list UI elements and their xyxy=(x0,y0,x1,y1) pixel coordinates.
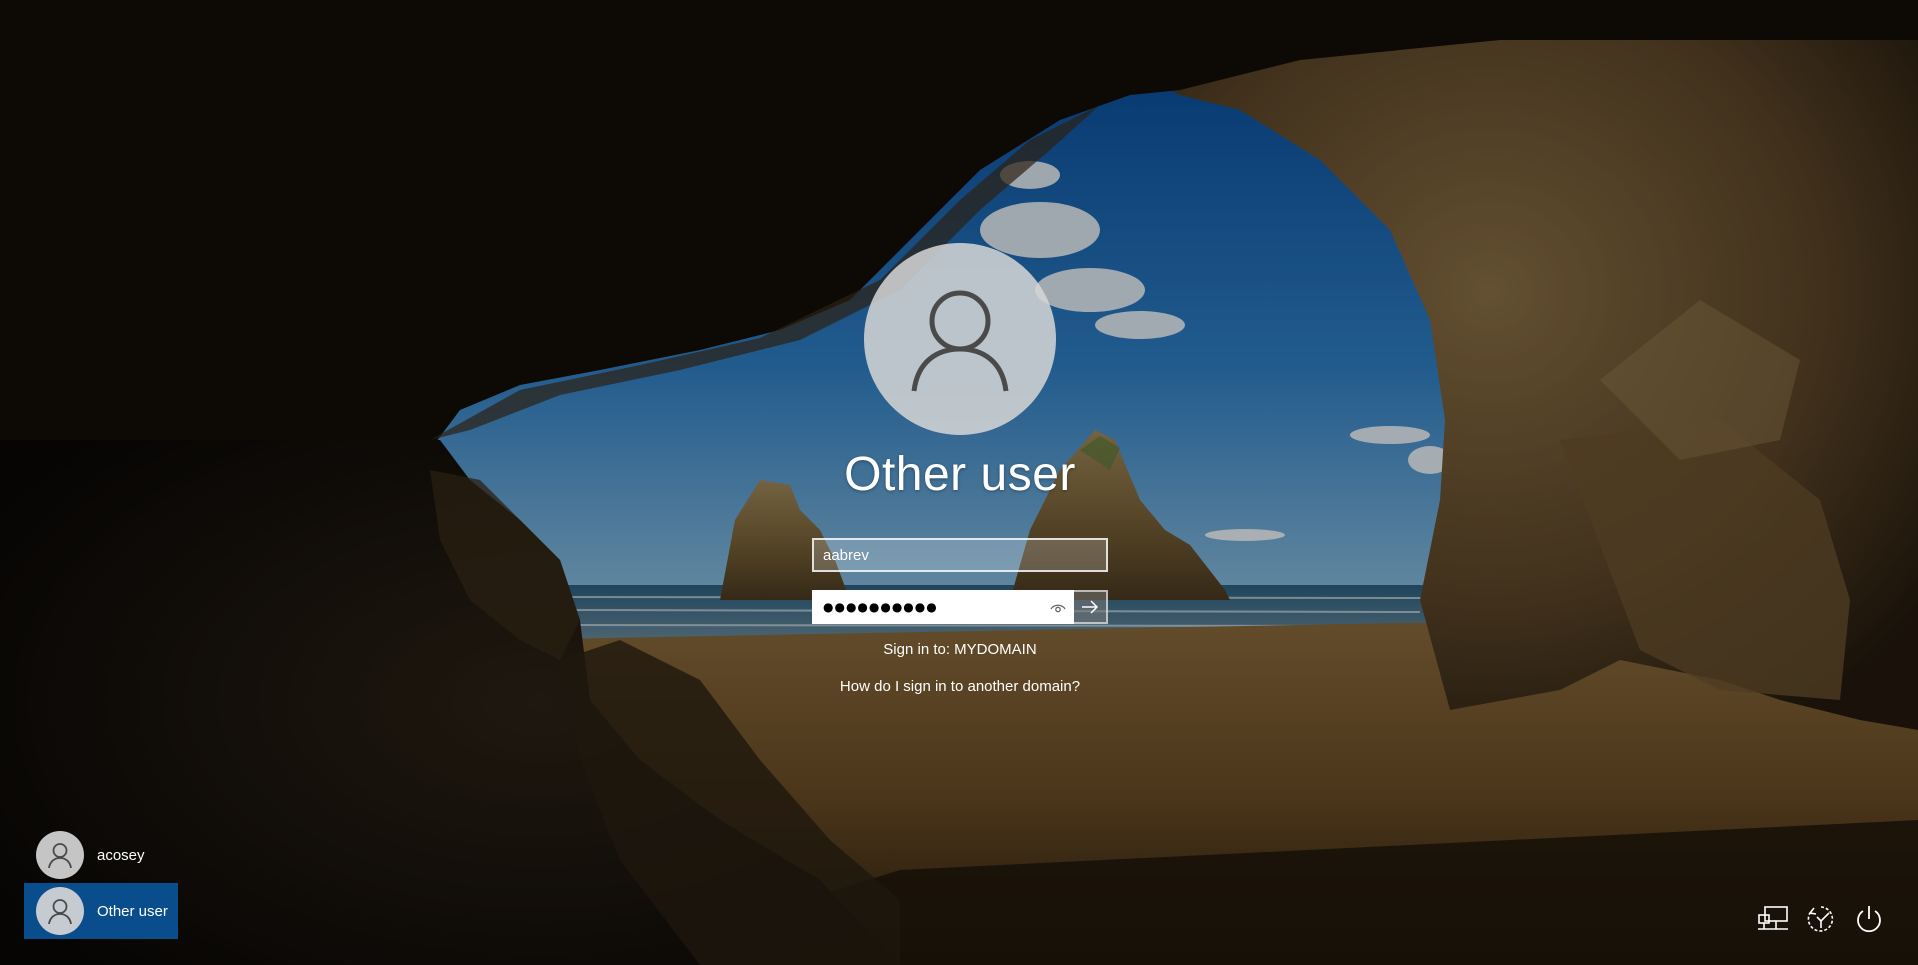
ease-of-access-icon xyxy=(1807,906,1834,932)
user-list: acosey Other user xyxy=(24,827,178,939)
password-field[interactable]: ●●●●●●●●●● xyxy=(812,590,1074,624)
network-button[interactable] xyxy=(1756,902,1790,936)
password-row: ●●●●●●●●●● xyxy=(812,590,1108,624)
user-avatar-large xyxy=(864,243,1056,435)
ease-of-access-button[interactable] xyxy=(1804,902,1838,936)
password-mask: ●●●●●●●●●● xyxy=(823,600,938,614)
avatar xyxy=(36,831,84,879)
user-list-item-label: acosey xyxy=(97,846,145,864)
network-icon xyxy=(1758,906,1788,930)
user-list-item-other-user[interactable]: Other user xyxy=(24,883,178,939)
system-tray xyxy=(1756,902,1886,936)
user-list-item-label: Other user xyxy=(97,902,168,920)
submit-button[interactable] xyxy=(1074,590,1108,624)
user-icon xyxy=(48,843,72,869)
lock-screen: Other user ●●●●●●●●●● Sign in to: MYDOMA… xyxy=(0,0,1918,965)
user-icon xyxy=(911,290,1009,392)
reveal-password-icon[interactable] xyxy=(1050,601,1066,615)
arrow-right-icon xyxy=(1082,600,1099,614)
avatar xyxy=(36,887,84,935)
other-domain-help-link[interactable]: How do I sign in to another domain? xyxy=(760,678,1160,695)
power-icon xyxy=(1857,906,1881,933)
power-button[interactable] xyxy=(1852,902,1886,936)
user-list-item-acosey[interactable]: acosey xyxy=(24,827,178,883)
sign-in-domain-text: Sign in to: MYDOMAIN xyxy=(883,641,1037,658)
user-icon xyxy=(48,899,72,925)
username-field[interactable] xyxy=(812,538,1108,572)
display-name: Other user xyxy=(844,448,1076,501)
